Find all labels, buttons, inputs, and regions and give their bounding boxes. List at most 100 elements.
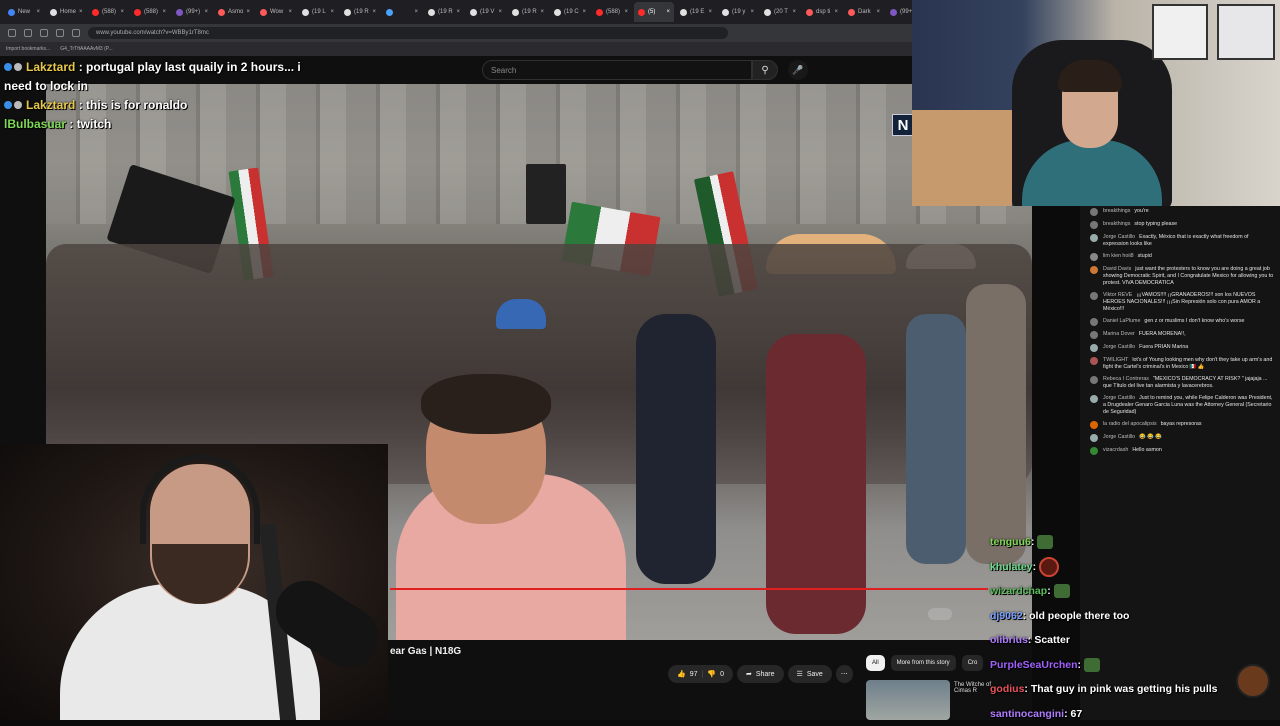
chat-author[interactable]: David Davis [1103, 266, 1131, 272]
browser-tab[interactable]: (19 C× [550, 2, 590, 22]
avatar[interactable] [1090, 208, 1098, 216]
chat-author[interactable]: Daniel LaPlume [1103, 318, 1140, 324]
share-icon: ➦ [746, 670, 752, 678]
tab-close-icon[interactable]: × [372, 9, 376, 15]
chat-author[interactable]: Marina Dover [1103, 331, 1135, 337]
chat-author[interactable]: Jorge Castillo [1103, 344, 1135, 350]
tab-close-icon[interactable]: × [120, 9, 124, 15]
chat-author[interactable]: vizacrdash [1103, 447, 1128, 453]
bookmark-import[interactable]: Import bookmarks... [6, 46, 50, 52]
browser-tab[interactable]: dsp ti× [802, 2, 842, 22]
tab-close-icon[interactable]: × [246, 9, 250, 15]
chat-author[interactable]: lim kien hoii8 [1103, 253, 1134, 259]
chip-all[interactable]: All [866, 655, 885, 671]
avatar[interactable] [1090, 253, 1098, 261]
avatar[interactable] [1090, 421, 1098, 429]
chat-author[interactable]: Rebeca I Contreras [1103, 376, 1149, 382]
chat-author[interactable]: TWILIGHT [1103, 357, 1128, 363]
avatar[interactable] [1090, 357, 1098, 365]
chat-author[interactable]: breakthings [1103, 221, 1130, 227]
back-icon[interactable] [8, 29, 16, 37]
avatar[interactable] [1090, 344, 1098, 352]
search-button[interactable]: ⚲ [752, 60, 778, 80]
browser-tab[interactable]: (20 T× [760, 2, 800, 22]
chat-author[interactable]: Jorge Castillo [1103, 395, 1135, 401]
avatar[interactable] [1090, 292, 1098, 300]
browser-tab[interactable]: (588)× [130, 2, 170, 22]
browser-tab[interactable]: (19 R× [340, 2, 380, 22]
tab-close-icon[interactable]: × [456, 9, 460, 15]
chat-author[interactable]: breakthings [1103, 208, 1130, 214]
chat-author[interactable]: Jorge Castillo [1103, 234, 1135, 240]
tab-close-icon[interactable]: × [708, 9, 712, 15]
save-button[interactable]: ☰ Save [788, 665, 832, 683]
avatar[interactable] [1090, 221, 1098, 229]
browser-tab[interactable]: (5) × [634, 2, 674, 22]
chat-author[interactable]: Jorge Castillo [1103, 434, 1135, 440]
tab-close-icon[interactable]: × [288, 9, 292, 15]
browser-tab[interactable]: (19 y× [718, 2, 758, 22]
chat-message-body: Marina DoverFUERA MORENA!!, [1103, 331, 1186, 339]
tab-close-icon[interactable]: × [162, 9, 166, 15]
browser-tab[interactable]: Home× [46, 2, 86, 22]
browser-tab[interactable]: New× [4, 2, 44, 22]
recommendation-chips: All More from this story Cro [866, 655, 983, 671]
tab-close-icon[interactable]: × [666, 9, 670, 15]
browser-tab[interactable]: Dark× [844, 2, 884, 22]
tab-close-icon[interactable]: × [834, 9, 838, 15]
browser-tab[interactable]: (19 R× [508, 2, 548, 22]
share-button[interactable]: ➦ Share [737, 665, 784, 683]
forward-icon[interactable] [24, 29, 32, 37]
tab-close-icon[interactable]: × [624, 9, 628, 15]
avatar[interactable] [1090, 395, 1098, 403]
chat-author[interactable]: la radio del apocalipsis [1103, 421, 1157, 427]
more-button[interactable]: ⋯ [836, 665, 853, 683]
browser-tab[interactable]: (19 L× [298, 2, 338, 22]
tab-close-icon[interactable]: × [876, 9, 880, 15]
chip-cro[interactable]: Cro [962, 655, 984, 671]
avatar[interactable] [1090, 434, 1098, 442]
chat-author[interactable]: Viktor REVE [1103, 292, 1132, 298]
browser-tab[interactable]: (19 V× [466, 2, 506, 22]
chat-text: gen z or muslims I don't know who's wors… [1144, 318, 1244, 324]
browser-tab[interactable]: Asmo× [214, 2, 254, 22]
tab-close-icon[interactable]: × [36, 9, 40, 15]
address-input[interactable]: www.youtube.com/watch?v=WBBy1rT8mc [88, 27, 728, 39]
browser-tab[interactable]: (19 E× [676, 2, 716, 22]
tab-label: (5) [648, 9, 655, 15]
avatar[interactable] [1090, 447, 1098, 455]
browser-tab[interactable]: (588)× [592, 2, 632, 22]
browser-tab[interactable]: (19 R× [424, 2, 464, 22]
chat-text: : [1078, 659, 1082, 671]
avatar[interactable] [1090, 266, 1098, 274]
chip-more-from-story[interactable]: More from this story [891, 655, 956, 671]
recommended-video-thumbnail[interactable] [866, 680, 950, 720]
tab-close-icon[interactable]: × [498, 9, 502, 15]
tab-close-icon[interactable]: × [79, 9, 83, 15]
bookmark-item[interactable]: G4_TrTftAAAAvM3 (P... [60, 46, 112, 52]
avatar[interactable] [1090, 331, 1098, 339]
tab-close-icon[interactable]: × [792, 9, 796, 15]
tab-close-icon[interactable]: × [540, 9, 544, 15]
browser-tab[interactable]: Wow× [256, 2, 296, 22]
tab-close-icon[interactable]: × [330, 9, 334, 15]
search-input[interactable]: Search [482, 60, 752, 80]
recommended-video-title[interactable]: The Witche of Cimas R [954, 682, 994, 694]
browser-tab[interactable]: (99+)× [172, 2, 212, 22]
avatar[interactable] [1090, 376, 1098, 384]
like-dislike-button[interactable]: 👍 97 | 👎 0 [668, 665, 733, 683]
browser-tab[interactable]: (588)× [88, 2, 128, 22]
tab-close-icon[interactable]: × [582, 9, 586, 15]
reload-icon[interactable] [40, 29, 48, 37]
tab-close-icon[interactable]: × [204, 9, 208, 15]
browser-tab[interactable]: × [382, 2, 422, 22]
avatar[interactable] [1090, 234, 1098, 242]
avatar[interactable] [1090, 318, 1098, 326]
chat-message-body: vizacrdashHello asmon [1103, 447, 1162, 455]
tab-close-icon[interactable]: × [414, 9, 418, 15]
tab-close-icon[interactable]: × [750, 9, 754, 15]
voice-search-button[interactable]: 🎤 [788, 60, 808, 80]
video-settings-pill[interactable] [928, 608, 952, 620]
tab-search-icon[interactable] [56, 29, 64, 37]
video-progress-bar[interactable] [390, 588, 988, 590]
